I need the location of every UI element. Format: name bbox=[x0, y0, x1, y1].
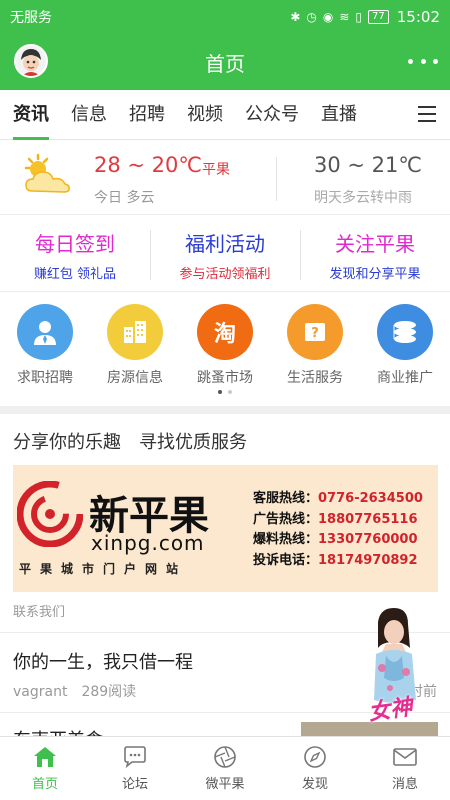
divider bbox=[276, 157, 277, 201]
nav-messages[interactable]: 消息 bbox=[360, 737, 450, 800]
promo-row: 每日签到 赚红包 领礼品 福利活动 参与活动领福利 关注平果 发现和分享平果 bbox=[0, 216, 450, 292]
nav-label: 首页 bbox=[31, 777, 58, 792]
promo-welfare[interactable]: 福利活动 参与活动领福利 bbox=[150, 216, 300, 291]
article-meta: vagrant 289阅读 bbox=[13, 681, 136, 701]
aperture-icon bbox=[214, 746, 236, 768]
hotline-list: 客服热线：0776-2634500 广告热线：18807765116 爆料热线：… bbox=[253, 489, 423, 571]
service-label: 商业推广 bbox=[377, 370, 433, 386]
floating-goddess-widget[interactable]: 女神 bbox=[360, 608, 432, 726]
service-label: 房源信息 bbox=[107, 370, 163, 386]
hotline-item: 投诉电话：18174970892 bbox=[253, 552, 418, 568]
tomorrow-description: 明天多云转中雨 bbox=[314, 190, 412, 206]
clock: 15:02 bbox=[396, 8, 440, 26]
promo-subtitle: 参与活动领福利 bbox=[179, 267, 271, 282]
page-title: 首页 bbox=[205, 51, 245, 76]
status-bar: 无服务 ✱ ◷ ◉ ≋ ▯ 77 15:02 bbox=[0, 0, 450, 34]
nav-label: 论坛 bbox=[121, 777, 148, 792]
nav-label: 发现 bbox=[301, 777, 328, 792]
svg-text:?: ? bbox=[311, 326, 319, 341]
tao-icon: 淘 bbox=[197, 304, 253, 360]
promo-title: 关注平果 bbox=[335, 232, 415, 256]
nav-forum[interactable]: 论坛 bbox=[90, 737, 180, 800]
city-name: 平果 bbox=[202, 162, 230, 178]
weather-widget[interactable]: 28 ~ 20℃ 平果 今日 多云 30 ~ 21℃ 明天多云转中雨 bbox=[0, 141, 450, 215]
article-title[interactable]: 你的一生，我只借一程 bbox=[13, 648, 193, 674]
section-title: 分享你的乐趣 寻找优质服务 bbox=[13, 432, 247, 453]
ad-banner[interactable]: 新平果 xinpg.com 平果城市门户网站 客服热线：0776-2634500… bbox=[13, 465, 438, 592]
home-icon bbox=[34, 747, 56, 767]
nav-discover[interactable]: 发现 bbox=[270, 737, 360, 800]
service-label: 生活服务 bbox=[287, 370, 343, 386]
goddess-label: 女神 bbox=[366, 694, 414, 726]
today-temperature: 28 ~ 20℃ bbox=[94, 153, 202, 177]
app-header: 首页 bbox=[0, 34, 450, 90]
promo-follow[interactable]: 关注平果 发现和分享平果 bbox=[300, 216, 450, 291]
compass-icon bbox=[304, 746, 326, 768]
job-person-icon bbox=[17, 304, 73, 360]
sim-icon: ▯ bbox=[355, 10, 363, 24]
today-description: 今日 多云 bbox=[94, 190, 155, 206]
bottom-nav: 首页 论坛 微平果 发现 消息 bbox=[0, 736, 450, 800]
service-label: 跳蚤市场 bbox=[197, 370, 253, 386]
status-icons: ✱ ◷ ◉ ≋ ▯ 77 15:02 bbox=[290, 8, 440, 26]
brand-logo bbox=[17, 481, 83, 547]
tab-video[interactable]: 视频 bbox=[174, 90, 223, 140]
nav-label: 消息 bbox=[391, 777, 418, 792]
partly-cloudy-icon bbox=[24, 153, 70, 193]
promo-subtitle: 发现和分享平果 bbox=[329, 267, 421, 282]
tab-news[interactable]: 资讯 bbox=[0, 90, 49, 140]
contact-us-link[interactable]: 联系我们 bbox=[13, 601, 65, 620]
brand-domain: xinpg.com bbox=[91, 531, 205, 555]
life-service-icon: ? bbox=[287, 304, 343, 360]
tomorrow-temperature: 30 ~ 21℃ bbox=[314, 153, 422, 177]
coins-icon bbox=[377, 304, 433, 360]
article-author: vagrant bbox=[13, 684, 68, 700]
carrier-text: 无服务 bbox=[10, 10, 52, 26]
hotline-item: 客服热线：0776-2634500 bbox=[253, 491, 423, 506]
nav-home[interactable]: 首页 bbox=[0, 737, 90, 800]
tab-info[interactable]: 信息 bbox=[58, 90, 107, 140]
avatar[interactable] bbox=[14, 44, 48, 78]
brand-tagline: 平果城市门户网站 bbox=[19, 562, 188, 576]
promo-subtitle: 赚红包 领礼品 bbox=[33, 267, 117, 282]
service-label: 求职招聘 bbox=[17, 370, 73, 386]
promo-title: 福利活动 bbox=[185, 232, 265, 256]
promo-title: 每日签到 bbox=[35, 232, 115, 256]
tab-jobs[interactable]: 招聘 bbox=[116, 90, 165, 140]
tab-official-accounts[interactable]: 公众号 bbox=[232, 90, 299, 140]
mail-icon bbox=[393, 748, 417, 766]
bluetooth-icon: ✱ bbox=[290, 10, 301, 24]
page-indicator bbox=[0, 390, 450, 394]
hotline-item: 爆料热线：13307760000 bbox=[253, 532, 418, 547]
eye-icon: ◉ bbox=[322, 10, 334, 24]
battery-icon: 77 bbox=[368, 10, 389, 24]
chat-bubble-icon bbox=[124, 746, 146, 769]
section-separator bbox=[0, 406, 450, 414]
alarm-icon: ◷ bbox=[306, 10, 317, 24]
wifi-icon: ≋ bbox=[339, 10, 350, 24]
more-icon[interactable] bbox=[408, 48, 438, 74]
promo-daily-checkin[interactable]: 每日签到 赚红包 领礼品 bbox=[0, 216, 150, 291]
nav-label: 微平果 bbox=[205, 777, 245, 792]
article-reads: 289阅读 bbox=[81, 684, 137, 700]
category-tabs: 资讯 信息 招聘 视频 公众号 直播 bbox=[0, 90, 450, 140]
building-icon bbox=[107, 304, 163, 360]
tab-live[interactable]: 直播 bbox=[308, 90, 357, 140]
menu-icon[interactable] bbox=[418, 106, 436, 122]
nav-micro-pingguo[interactable]: 微平果 bbox=[180, 737, 270, 800]
hotline-item: 广告热线：18807765116 bbox=[253, 511, 418, 527]
